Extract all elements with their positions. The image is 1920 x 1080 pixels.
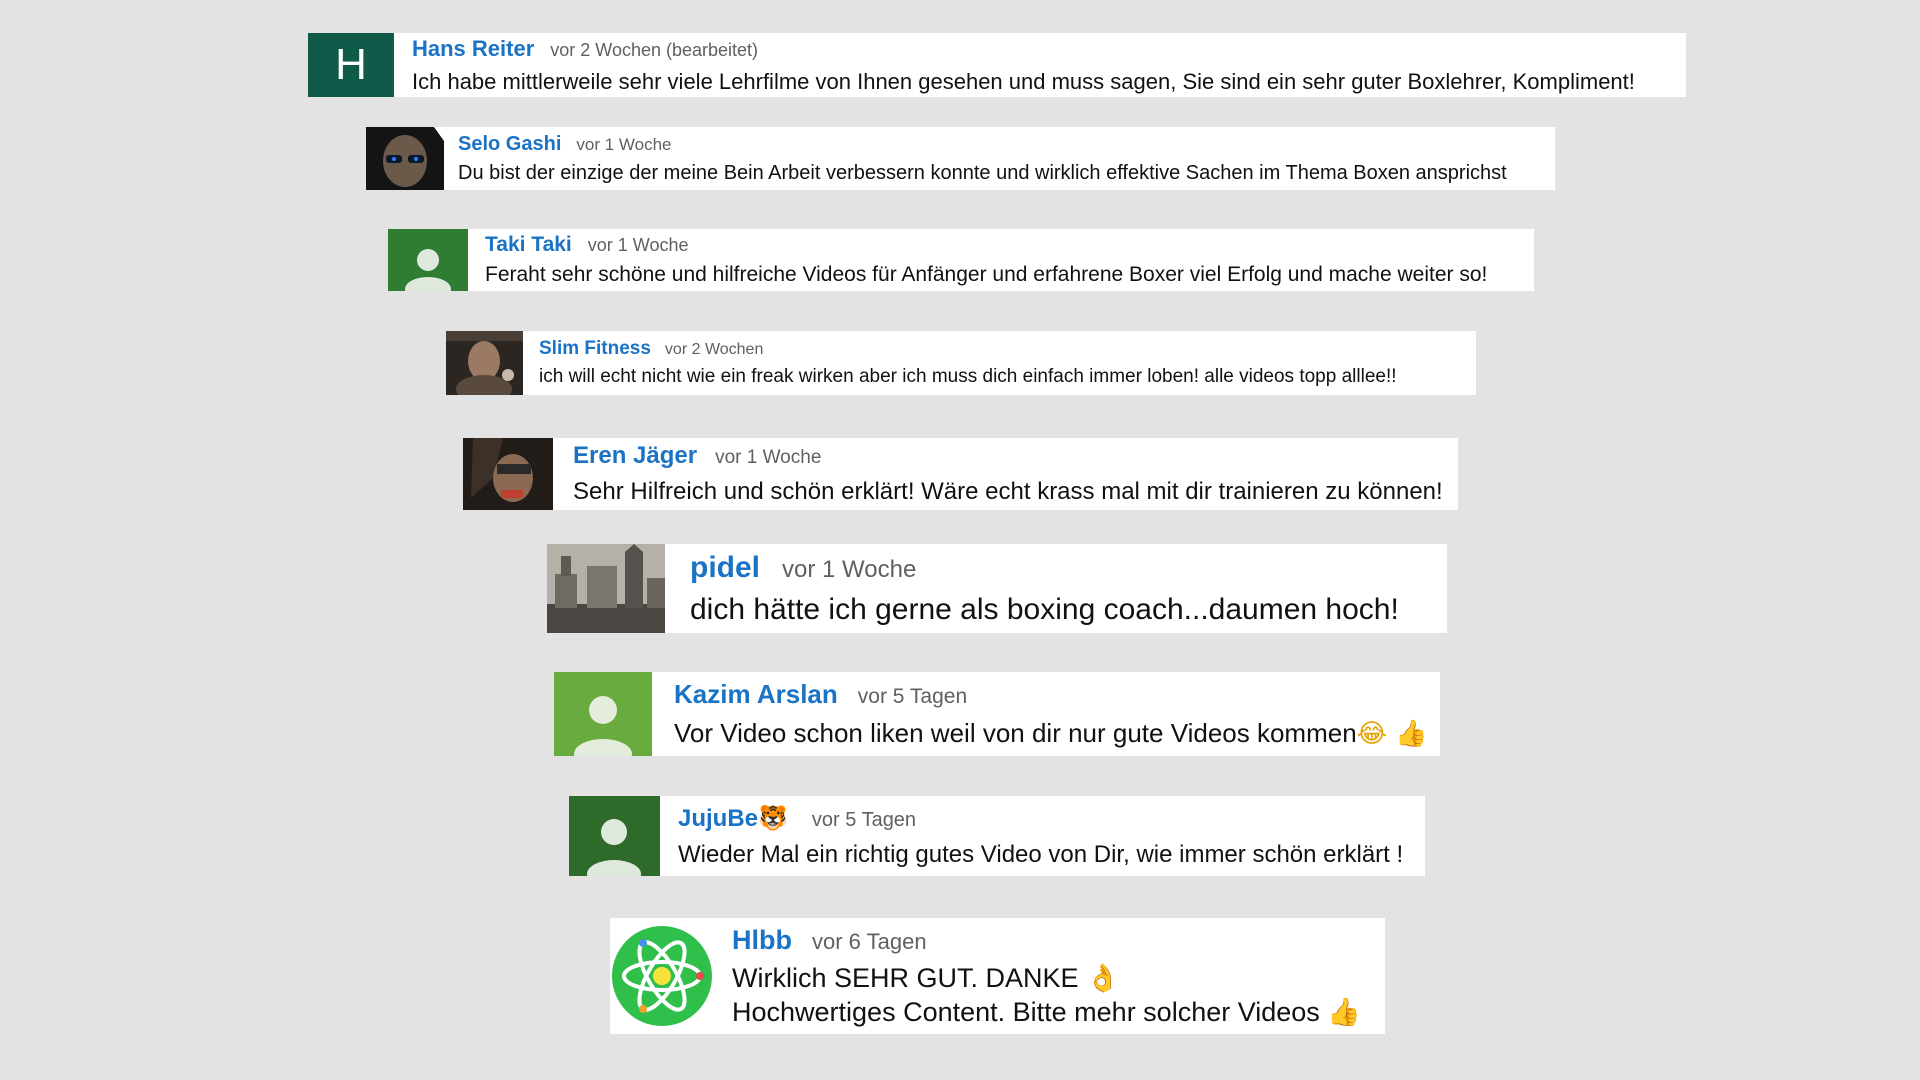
avatar[interactable] [547, 544, 665, 633]
comment-author[interactable]: Hlbb [732, 925, 792, 956]
comment-timestamp[interactable]: vor 5 Tagen [858, 685, 967, 709]
avatar[interactable] [388, 229, 468, 291]
comment-text-body: Wirklich SEHR GUT. DANKE [732, 962, 1079, 993]
comment-text-body: Vor Video schon liken weil von dir nur g… [674, 718, 1357, 748]
avatar[interactable] [446, 331, 523, 395]
avatar-photo [547, 544, 665, 633]
avatar[interactable] [463, 438, 553, 510]
avatar-photo [366, 127, 444, 190]
comment-text: ich will echt nicht wie ein freak wirken… [539, 366, 1397, 387]
comment-author[interactable]: pidel [690, 551, 760, 585]
comment-card: H Hans Reiter vor 2 Wochen (bearbeitet) … [308, 33, 1686, 97]
comment-text: dich hätte ich gerne als boxing coach...… [690, 592, 1399, 626]
avatar-photo [463, 438, 553, 510]
avatar[interactable] [569, 796, 660, 876]
comment-timestamp[interactable]: vor 5 Tagen [812, 809, 916, 832]
atom-avatar-icon [612, 926, 712, 1026]
comment-text-line2: Hochwertiges Content. Bitte mehr solcher… [732, 996, 1377, 1028]
comment-card: Hlbb vor 6 Tagen Wirklich SEHR GUT. DANK… [610, 918, 1385, 1034]
tiger-emoji-icon: 🐯 [758, 803, 788, 832]
default-user-icon [554, 672, 652, 756]
ok-hand-emoji-icon: 👌 [1086, 962, 1120, 994]
comment-text: Vor Video schon liken weil von dir nur g… [674, 718, 1432, 749]
comment-text: Sehr Hilfreich und schön erklärt! Wäre e… [573, 478, 1443, 505]
avatar[interactable] [554, 672, 652, 756]
comment-author[interactable]: Kazim Arslan [674, 679, 838, 710]
comment-timestamp[interactable]: vor 1 Woche [715, 447, 821, 469]
default-user-icon [569, 796, 660, 876]
comment-timestamp[interactable]: vor 2 Wochen [665, 341, 763, 359]
comment-author[interactable]: Hans Reiter [412, 36, 534, 62]
comment-author[interactable]: JujuBe🐯 [678, 804, 788, 833]
avatar-photo [446, 331, 523, 395]
comment-text: Wieder Mal ein richtig gutes Video von D… [678, 840, 1404, 868]
comment-author[interactable]: Eren Jäger [573, 442, 697, 470]
thumbs-up-emoji-icon: 👍 [1327, 996, 1361, 1028]
comment-card: JujuBe🐯 vor 5 Tagen Wieder Mal ein richt… [569, 796, 1425, 876]
comment-card: Selo Gashi vor 1 Woche Du bist der einzi… [366, 127, 1555, 190]
comment-author[interactable]: Slim Fitness [539, 338, 651, 360]
comment-text: Wirklich SEHR GUT. DANKE 👌 [732, 962, 1377, 994]
avatar[interactable] [610, 918, 714, 1034]
comment-text: Du bist der einzige der meine Bein Arbei… [458, 161, 1507, 184]
comment-card: pidel vor 1 Woche dich hätte ich gerne a… [547, 544, 1447, 633]
comment-author[interactable]: Taki Taki [485, 233, 572, 257]
comment-card: Slim Fitness vor 2 Wochen ich will echt … [446, 331, 1476, 395]
comment-timestamp[interactable]: vor 6 Tagen [812, 929, 927, 955]
default-user-icon [388, 229, 468, 291]
comment-card: Eren Jäger vor 1 Woche Sehr Hilfreich un… [463, 438, 1458, 510]
avatar[interactable]: H [308, 33, 394, 97]
comment-timestamp[interactable]: vor 1 Woche [588, 235, 689, 256]
comment-text: Ich habe mittlerweile sehr viele Lehrfil… [412, 68, 1635, 94]
avatar-letter: H [335, 40, 367, 89]
comment-text-body: Hochwertiges Content. Bitte mehr solcher… [732, 996, 1320, 1027]
comment-timestamp[interactable]: vor 1 Woche [782, 556, 916, 584]
comment-card: Kazim Arslan vor 5 Tagen Vor Video schon… [554, 672, 1440, 756]
comment-text: Feraht sehr schöne und hilfreiche Videos… [485, 263, 1488, 286]
avatar[interactable] [366, 127, 444, 190]
comment-card: Taki Taki vor 1 Woche Feraht sehr schöne… [388, 229, 1534, 291]
comment-author[interactable]: Selo Gashi [458, 133, 561, 156]
comment-timestamp[interactable]: vor 1 Woche [576, 135, 671, 155]
comment-timestamp[interactable]: vor 2 Wochen (bearbeitet) [550, 40, 758, 61]
laughing-thumbs-up-emoji-icon: 😂 👍 [1356, 719, 1428, 749]
